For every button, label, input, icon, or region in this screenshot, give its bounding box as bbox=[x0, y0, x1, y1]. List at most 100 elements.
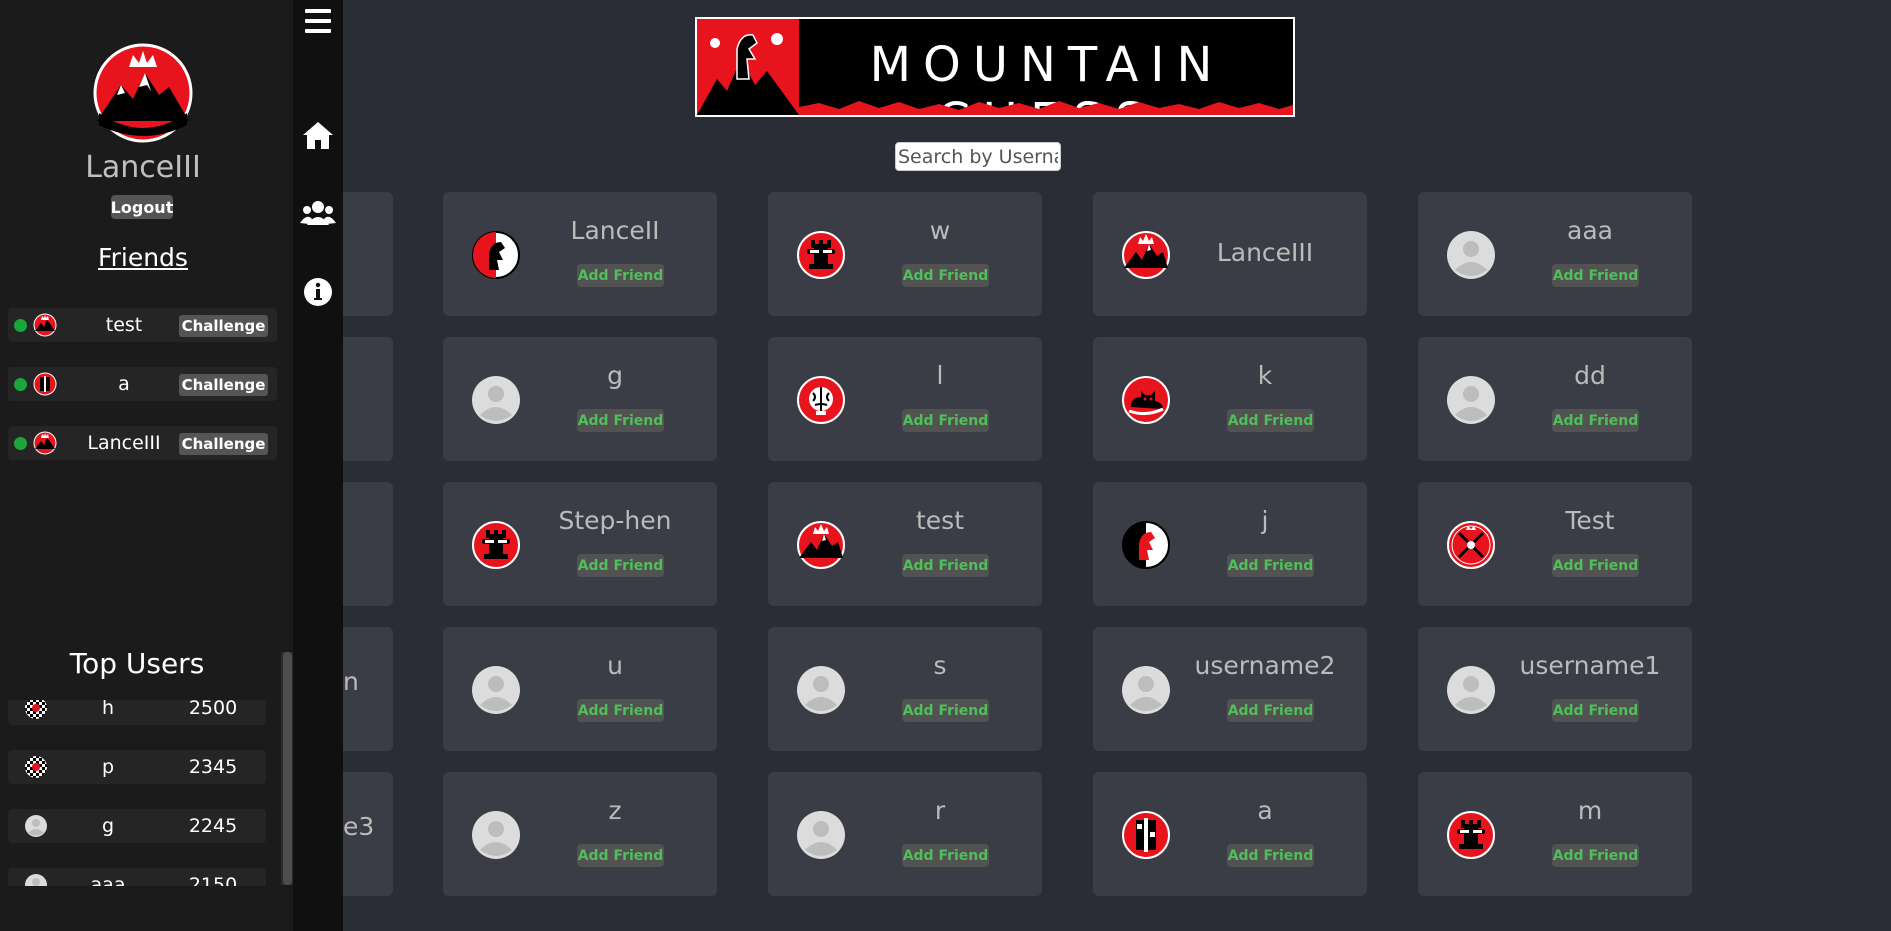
user-card[interactable]: LanceIII bbox=[1093, 192, 1367, 316]
knight-splash-avatar-icon[interactable] bbox=[1121, 810, 1171, 860]
top-users-list[interactable]: h 2500 p 2345 g 2245 aaa 2150 bbox=[0, 700, 286, 886]
challenge-button[interactable]: Challenge bbox=[179, 315, 268, 337]
user-card-name[interactable]: k bbox=[1177, 361, 1353, 390]
add-friend-button[interactable]: Add Friend bbox=[1552, 699, 1639, 722]
challenge-button[interactable]: Challenge bbox=[179, 374, 268, 396]
default-avatar-icon[interactable] bbox=[471, 665, 521, 715]
add-friend-button[interactable]: Add Friend bbox=[577, 699, 664, 722]
top-user-name: p bbox=[101, 756, 115, 778]
users-icon[interactable] bbox=[300, 195, 336, 231]
add-friend-button[interactable]: Add Friend bbox=[902, 699, 989, 722]
user-card[interactable]: j Add Friend bbox=[1093, 482, 1367, 606]
mountain-crown-avatar-icon[interactable] bbox=[1121, 230, 1171, 280]
user-card-name[interactable]: w bbox=[852, 216, 1028, 245]
user-card[interactable]: l Add Friend bbox=[768, 337, 1042, 461]
logout-button[interactable]: Logout bbox=[111, 195, 173, 219]
menu-icon[interactable] bbox=[300, 3, 336, 39]
default-avatar-icon[interactable] bbox=[471, 375, 521, 425]
add-friend-button[interactable]: Add Friend bbox=[577, 844, 664, 867]
top-user-row[interactable]: g 2245 bbox=[8, 809, 266, 843]
default-avatar-icon[interactable] bbox=[1446, 230, 1496, 280]
user-card[interactable]: Step-hen Add Friend bbox=[443, 482, 717, 606]
add-friend-button[interactable]: Add Friend bbox=[1227, 409, 1314, 432]
info-icon[interactable] bbox=[300, 274, 336, 310]
user-card-name[interactable]: aaa bbox=[1502, 216, 1678, 245]
user-card[interactable]: w Add Friend bbox=[768, 192, 1042, 316]
user-card[interactable]: username2 Add Friend bbox=[1093, 627, 1367, 751]
user-card[interactable]: z Add Friend bbox=[443, 772, 717, 896]
top-user-row[interactable]: aaa 2150 bbox=[8, 868, 266, 886]
user-card[interactable]: g Add Friend bbox=[443, 337, 717, 461]
user-card[interactable]: LanceII Add Friend bbox=[443, 192, 717, 316]
friend-name[interactable]: a bbox=[58, 373, 190, 395]
top-user-row[interactable]: p 2345 bbox=[8, 750, 266, 784]
default-avatar-icon[interactable] bbox=[796, 810, 846, 860]
user-card-name[interactable]: r bbox=[852, 796, 1028, 825]
user-card[interactable]: Test Add Friend bbox=[1418, 482, 1692, 606]
user-card-name[interactable]: dd bbox=[1502, 361, 1678, 390]
user-card[interactable]: r Add Friend bbox=[768, 772, 1042, 896]
default-avatar-icon[interactable] bbox=[471, 810, 521, 860]
rook-shades-avatar-icon[interactable] bbox=[1446, 810, 1496, 860]
search-input[interactable] bbox=[895, 142, 1061, 171]
add-friend-button[interactable]: Add Friend bbox=[1552, 409, 1639, 432]
user-card[interactable]: m Add Friend bbox=[1418, 772, 1692, 896]
challenge-button[interactable]: Challenge bbox=[179, 433, 268, 455]
cat-avatar-icon[interactable] bbox=[1121, 375, 1171, 425]
home-icon[interactable] bbox=[300, 117, 336, 153]
add-friend-button[interactable]: Add Friend bbox=[577, 264, 664, 287]
knight-bw-avatar-icon[interactable] bbox=[1121, 520, 1171, 570]
add-friend-button[interactable]: Add Friend bbox=[577, 409, 664, 432]
user-card[interactable]: dd Add Friend bbox=[1418, 337, 1692, 461]
add-friend-button[interactable]: Add Friend bbox=[1552, 264, 1639, 287]
user-card-name[interactable]: z bbox=[527, 796, 703, 825]
crest-avatar-icon[interactable] bbox=[1446, 520, 1496, 570]
default-avatar-icon[interactable] bbox=[796, 665, 846, 715]
user-card-name[interactable]: j bbox=[1177, 506, 1353, 535]
user-card[interactable]: a Add Friend bbox=[1093, 772, 1367, 896]
mountain-crown-avatar-icon[interactable] bbox=[796, 520, 846, 570]
user-card-name[interactable]: l bbox=[852, 361, 1028, 390]
user-card[interactable]: u Add Friend bbox=[443, 627, 717, 751]
friend-name[interactable]: test bbox=[58, 314, 190, 336]
default-avatar-icon[interactable] bbox=[1121, 665, 1171, 715]
user-card-name[interactable]: LanceIII bbox=[1177, 238, 1353, 267]
add-friend-button[interactable]: Add Friend bbox=[1552, 844, 1639, 867]
add-friend-button[interactable]: Add Friend bbox=[1552, 554, 1639, 577]
user-card[interactable]: k Add Friend bbox=[1093, 337, 1367, 461]
add-friend-button[interactable]: Add Friend bbox=[902, 409, 989, 432]
default-avatar-icon[interactable] bbox=[1446, 375, 1496, 425]
rook-shades-avatar-icon[interactable] bbox=[796, 230, 846, 280]
add-friend-button[interactable]: Add Friend bbox=[1227, 844, 1314, 867]
friend-name[interactable]: LanceIII bbox=[58, 432, 190, 454]
add-friend-button[interactable]: Add Friend bbox=[902, 554, 989, 577]
user-card-name[interactable]: username2 bbox=[1177, 651, 1353, 680]
user-card-name[interactable]: username1 bbox=[1502, 651, 1678, 680]
user-card-name[interactable]: Test bbox=[1502, 506, 1678, 535]
user-card[interactable]: aaa Add Friend bbox=[1418, 192, 1692, 316]
add-friend-button[interactable]: Add Friend bbox=[1227, 699, 1314, 722]
user-card-name[interactable]: m bbox=[1502, 796, 1678, 825]
user-card-name[interactable]: a bbox=[1177, 796, 1353, 825]
rook-shades-avatar-icon[interactable] bbox=[471, 520, 521, 570]
user-card-name[interactable]: s bbox=[852, 651, 1028, 680]
user-card-name[interactable]: test bbox=[852, 506, 1028, 535]
user-card[interactable]: test Add Friend bbox=[768, 482, 1042, 606]
add-friend-button[interactable]: Add Friend bbox=[902, 844, 989, 867]
top-user-row[interactable]: h 2500 bbox=[8, 700, 266, 725]
user-card[interactable]: username1 Add Friend bbox=[1418, 627, 1692, 751]
scrollbar-thumb[interactable] bbox=[283, 652, 292, 885]
friends-heading[interactable]: Friends bbox=[0, 243, 286, 272]
knight-red-avatar-icon[interactable] bbox=[471, 230, 521, 280]
default-avatar-icon[interactable] bbox=[1446, 665, 1496, 715]
add-friend-button[interactable]: Add Friend bbox=[577, 554, 664, 577]
user-card-name[interactable]: LanceII bbox=[527, 216, 703, 245]
user-card-partial: e3 bbox=[343, 772, 393, 896]
user-card-name[interactable]: g bbox=[527, 361, 703, 390]
brain-avatar-icon[interactable] bbox=[796, 375, 846, 425]
user-card[interactable]: s Add Friend bbox=[768, 627, 1042, 751]
add-friend-button[interactable]: Add Friend bbox=[1227, 554, 1314, 577]
user-card-name[interactable]: Step-hen bbox=[527, 506, 703, 535]
user-card-name[interactable]: u bbox=[527, 651, 703, 680]
add-friend-button[interactable]: Add Friend bbox=[902, 264, 989, 287]
